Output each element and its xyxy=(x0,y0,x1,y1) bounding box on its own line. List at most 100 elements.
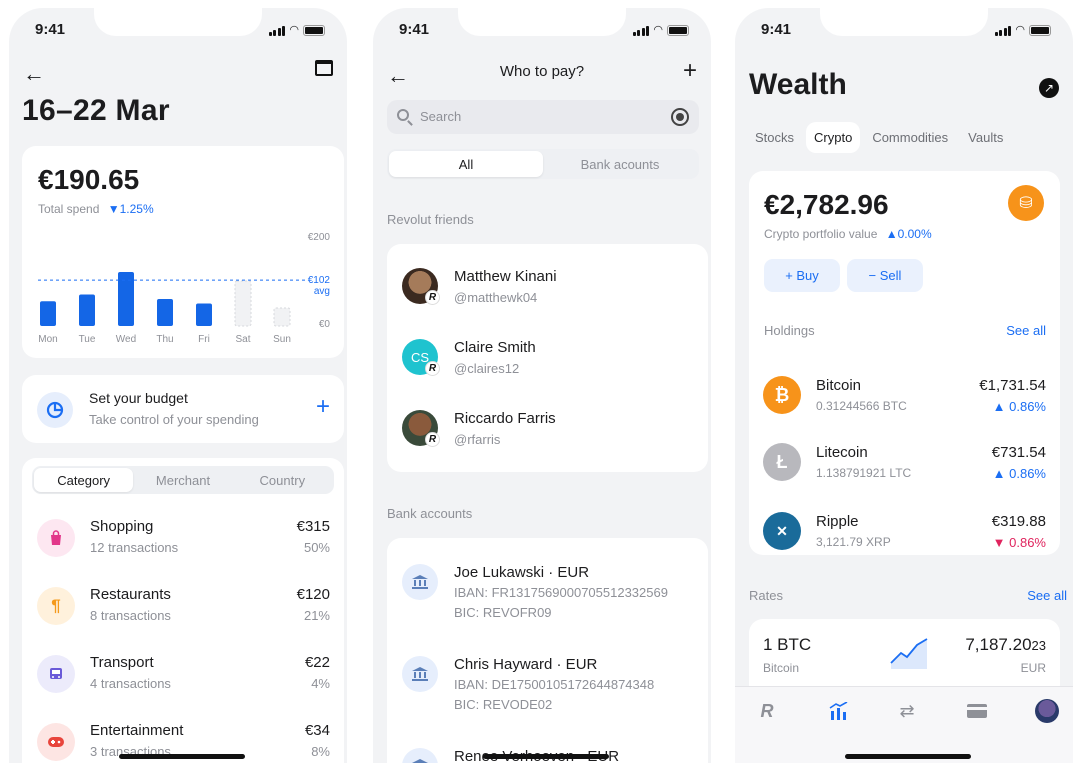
sell-button[interactable]: − Sell xyxy=(847,259,923,292)
airdrop-icon[interactable] xyxy=(671,108,689,126)
category-transactions: 8 transactions xyxy=(90,608,171,623)
account-bic: BIC: REVODE02 xyxy=(454,697,553,712)
crypto-portfolio-card: €2,782.96 Crypto portfolio value ▲0.00% … xyxy=(749,171,1060,555)
add-budget-icon[interactable]: + xyxy=(316,393,330,421)
buy-button[interactable]: + Buy xyxy=(764,259,840,292)
nav-home-icon[interactable]: R xyxy=(755,699,779,723)
pie-chart-icon xyxy=(37,392,73,428)
rate-value-main: 7,187.20 xyxy=(965,635,1032,654)
chart-bar xyxy=(234,280,252,327)
search-field[interactable]: Search xyxy=(387,100,699,134)
category-amount: €315 xyxy=(296,518,330,535)
axis-avg-value-label: €102 xyxy=(308,275,331,286)
bank-account-row[interactable]: Joe Lukawski · EUR IBAN: FR1317569000705… xyxy=(387,560,708,632)
holding-row[interactable]: ✕ Ripple 3,121.79 XRP €319.88 ▼ 0.86% xyxy=(749,504,1060,564)
bank-section-label: Bank accounts xyxy=(387,506,473,521)
category-percent: 21% xyxy=(303,608,330,623)
status-bar: 9:41 ◠ xyxy=(9,8,347,52)
chart-bar xyxy=(79,294,95,326)
bottom-nav: R ⇄ xyxy=(735,686,1073,763)
segment-category[interactable]: Category xyxy=(34,468,134,492)
search-placeholder: Search xyxy=(420,109,462,124)
axis-max-label: €200 xyxy=(308,232,331,243)
holding-row[interactable]: ₿ Bitcoin 0.31244566 BTC €1,731.54 ▲ 0.8… xyxy=(749,368,1060,428)
status-icons: ◠ xyxy=(994,23,1051,36)
segment-country[interactable]: Country xyxy=(233,468,332,492)
nav-wealth-icon[interactable] xyxy=(827,699,851,723)
trending-icon[interactable]: ↗ xyxy=(1039,78,1059,98)
spending-screen: 9:41 ◠ ← 16–22 Mar €190.65 Total spend ▼… xyxy=(9,8,347,763)
holding-row[interactable]: Ł Litecoin 1.138791921 LTC €731.54 ▲ 0.8… xyxy=(749,435,1060,495)
tab-vaults[interactable]: Vaults xyxy=(960,122,1011,153)
search-icon xyxy=(397,109,409,121)
axis-min-label: €0 xyxy=(319,319,331,330)
home-indicator xyxy=(483,754,609,759)
bank-icon xyxy=(402,656,438,692)
recipient-filter: All Bank acounts xyxy=(387,149,699,179)
page-title: Wealth xyxy=(749,68,847,101)
category-row[interactable]: Transport 4 transactions €22 4% xyxy=(22,646,344,706)
add-recipient-icon[interactable]: + xyxy=(683,57,697,85)
nav-profile-avatar[interactable] xyxy=(1035,699,1059,723)
calendar-icon[interactable] xyxy=(315,60,333,76)
chart-bar xyxy=(118,272,134,326)
budget-card[interactable]: Set your budget Take control of your spe… xyxy=(22,375,344,443)
nav-transfer-icon[interactable]: ⇄ xyxy=(895,699,919,723)
status-bar: 9:41 ◠ xyxy=(735,8,1073,52)
friend-handle: @claires12 xyxy=(454,361,520,376)
asset-tabs: Stocks Crypto Commodities Vaults xyxy=(747,122,1011,153)
tab-stocks[interactable]: Stocks xyxy=(747,122,802,153)
litecoin-icon: Ł xyxy=(763,443,801,481)
bank-icon xyxy=(402,748,438,763)
status-time: 9:41 xyxy=(399,21,430,38)
friends-list: R Matthew Kinani @matthewk04 CS R Claire… xyxy=(387,244,708,472)
notch xyxy=(94,8,262,36)
coins-icon: ⛁ xyxy=(1008,185,1044,221)
friend-name: Claire Smith xyxy=(454,339,536,356)
friend-row[interactable]: R Riccardo Farris @rfarris xyxy=(387,406,708,468)
rate-asset-name: Bitcoin xyxy=(763,661,800,675)
payments-screen: 9:41 ◠ ← Who to pay? + Search All Bank a… xyxy=(373,8,711,763)
back-arrow-icon[interactable]: ← xyxy=(23,61,45,87)
tab-all[interactable]: All xyxy=(389,151,543,177)
holding-name: Litecoin xyxy=(816,444,868,461)
category-row[interactable]: ¶ Restaurants 8 transactions €120 21% xyxy=(22,578,344,638)
total-spend-amount: €190.65 xyxy=(38,164,140,195)
page-title: Who to pay? xyxy=(499,63,585,80)
shopping-bag-icon xyxy=(37,519,75,557)
holding-change: ▲ 0.86% xyxy=(992,466,1046,481)
tab-crypto[interactable]: Crypto xyxy=(806,122,861,153)
account-bic: BIC: REVOFR09 xyxy=(454,605,552,620)
friend-row[interactable]: CS R Claire Smith @claires12 xyxy=(387,335,708,397)
account-iban: IBAN: FR1317569000705512332569 xyxy=(454,585,668,600)
segment-merchant[interactable]: Merchant xyxy=(133,468,232,492)
category-row[interactable]: Shopping 12 transactions €315 50% xyxy=(22,510,344,570)
category-name: Restaurants xyxy=(90,586,171,603)
rates-see-all-link[interactable]: See all xyxy=(1027,588,1067,603)
battery-icon xyxy=(667,25,689,36)
tab-commodities[interactable]: Commodities xyxy=(864,122,956,153)
friend-handle: @rfarris xyxy=(454,432,501,447)
category-amount: €22 xyxy=(304,654,330,671)
category-name: Transport xyxy=(90,654,154,671)
chart-day-label: Sat xyxy=(235,334,250,345)
revolut-badge-icon: R xyxy=(425,432,440,447)
nav-cards-icon[interactable] xyxy=(965,699,989,723)
portfolio-label: Crypto portfolio value xyxy=(764,227,878,241)
chart-day-label: Thu xyxy=(156,334,173,345)
wealth-screen: 9:41 ◠ Wealth ↗ Stocks Crypto Commoditie… xyxy=(735,8,1073,763)
tab-bank-accounts[interactable]: Bank acounts xyxy=(543,151,697,177)
status-time: 9:41 xyxy=(35,21,66,38)
friend-row[interactable]: R Matthew Kinani @matthewk04 xyxy=(387,264,708,326)
status-bar: 9:41 ◠ xyxy=(373,8,711,52)
breakdown-segmented-control: Category Merchant Country xyxy=(32,466,334,494)
wifi-icon: ◠ xyxy=(289,24,299,36)
holdings-see-all-link[interactable]: See all xyxy=(1006,323,1046,338)
friend-handle: @matthewk04 xyxy=(454,290,538,305)
bank-account-row[interactable]: Chris Hayward · EUR IBAN: DE175001051726… xyxy=(387,652,708,724)
bitcoin-icon: ₿ xyxy=(763,376,801,414)
battery-icon xyxy=(303,25,325,36)
friends-section-label: Revolut friends xyxy=(387,212,474,227)
page-title: 16–22 Mar xyxy=(22,94,170,127)
wifi-icon: ◠ xyxy=(653,24,663,36)
